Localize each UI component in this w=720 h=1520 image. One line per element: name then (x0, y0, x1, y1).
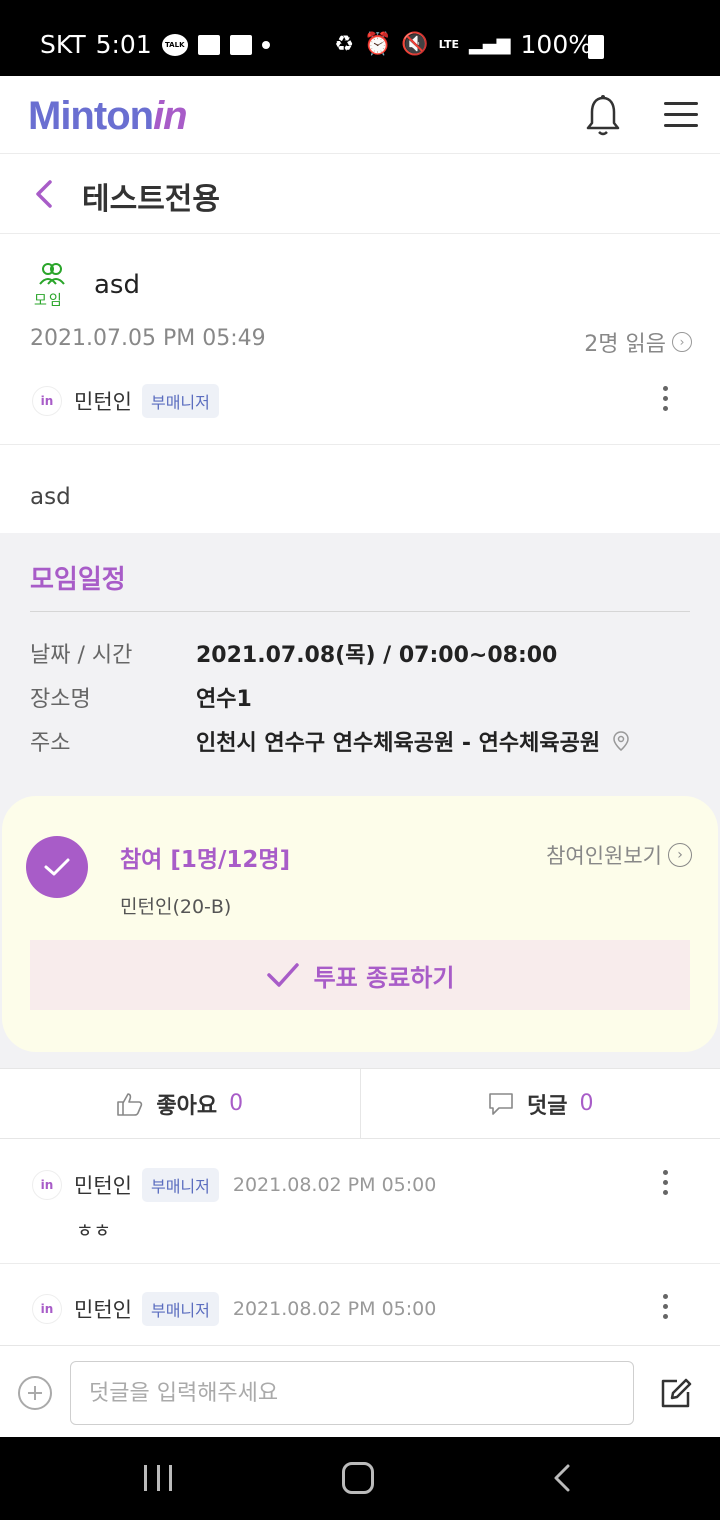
author-name: 민턴인 (74, 390, 132, 414)
schedule-title: 모임일정 (30, 565, 126, 595)
comment-more-options-icon[interactable] (661, 1294, 669, 1322)
end-vote-label: 투표 종료하기 (313, 963, 455, 992)
chevron-right-icon: › (668, 843, 692, 867)
comment-author: in 민턴인 부매니저 2021.08.02 PM 05:00 (32, 1168, 436, 1202)
end-vote-button[interactable]: 투표 종료하기 (30, 940, 690, 1010)
recent-apps-icon[interactable] (144, 1465, 172, 1491)
chevron-right-icon: › (672, 332, 692, 352)
comment-button[interactable]: 덧글 0 (359, 1069, 720, 1138)
battery-icon (588, 35, 604, 59)
post-body: asd (30, 484, 71, 510)
write-icon[interactable] (660, 1376, 694, 1410)
recycle-icon: ♻ (334, 32, 354, 57)
app-notification-icon (229, 34, 252, 55)
read-count-link[interactable]: 2명 읽음 › (584, 326, 692, 358)
network-type: LTE (438, 38, 459, 51)
schedule-row-address: 주소 인천시 연수구 연수체육공원 - 연수체육공원 (30, 725, 630, 757)
hamburger-menu-icon[interactable] (664, 102, 698, 130)
home-icon[interactable] (342, 1462, 374, 1494)
view-participants-link[interactable]: 참여인원보기 › (546, 840, 692, 870)
comment-item: in 민턴인 부매니저 2021.08.02 PM 05:00 ㅎㅎ (0, 1140, 720, 1264)
post-date: 2021.07.05 PM 05:49 (30, 326, 266, 351)
comment-date: 2021.08.02 PM 05:00 (232, 1298, 437, 1320)
signal-icon: ▂▄▆ (468, 34, 511, 55)
more-notifications-icon (261, 40, 270, 49)
author-name: 민턴인 (74, 1298, 132, 1322)
post-title: asd (94, 270, 140, 300)
meeting-type-label: 모임 (34, 293, 64, 309)
mute-icon: 🔇 (401, 32, 429, 57)
battery-percent: 100% (520, 30, 592, 59)
logo[interactable]: Mintonin (28, 94, 188, 139)
checkmark-icon (266, 963, 299, 987)
title-bar: 테스트전용 (0, 154, 720, 234)
avatar: in (32, 1294, 62, 1324)
schedule-section: 모임일정 날짜 / 시간 2021.07.08(목) / 07:00~08:00… (0, 533, 720, 1068)
nav-back-icon[interactable] (552, 1463, 572, 1493)
meeting-type-icon: 모임 (32, 260, 72, 309)
avatar: in (32, 1170, 62, 1200)
alarm-icon: ⏰ (363, 32, 392, 57)
comment-count: 0 (579, 1091, 594, 1116)
logo-accent: in (153, 94, 188, 138)
add-attachment-icon[interactable] (18, 1376, 52, 1410)
comment-date: 2021.08.02 PM 05:00 (232, 1174, 437, 1196)
image-notification-icon (197, 34, 220, 55)
schedule-address[interactable]: 인천시 연수구 연수체육공원 - 연수체육공원 (196, 725, 630, 757)
like-label: 좋아요 (156, 1093, 218, 1119)
thumbs-up-icon (117, 1092, 143, 1116)
vote-card: 참여 [1명/12명] 참여인원보기 › 민턴인(20-B) 투표 종료하기 (2, 796, 718, 1052)
like-count: 0 (229, 1091, 244, 1116)
role-badge: 부매니저 (141, 384, 219, 418)
back-icon[interactable] (30, 176, 60, 212)
view-participants-label: 참여인원보기 (546, 844, 662, 868)
status-bar: SKT 5:01 TALK ♻ ⏰ 🔇 LTE ▂▄▆ 100% (0, 0, 720, 76)
bell-icon[interactable] (584, 94, 622, 138)
divider (30, 611, 690, 612)
schedule-key: 주소 (30, 731, 71, 756)
map-pin-icon[interactable] (612, 730, 630, 752)
schedule-key: 날짜 / 시간 (30, 643, 133, 668)
vote-title: 참여 [1명/12명] (120, 847, 291, 873)
page-title: 테스트전용 (82, 182, 220, 217)
schedule-row-datetime: 날짜 / 시간 2021.07.08(목) / 07:00~08:00 (30, 637, 557, 669)
clock: 5:01 (95, 30, 152, 59)
comment-item: in 민턴인 부매니저 2021.08.02 PM 05:00 (0, 1264, 720, 1345)
carrier-label: SKT (40, 30, 86, 59)
action-bar: 좋아요 0 덧글 0 (0, 1068, 720, 1139)
kakaotalk-icon: TALK (161, 33, 188, 56)
comment-input-bar (0, 1345, 720, 1437)
post-more-options-icon[interactable] (661, 386, 669, 414)
schedule-value: 연수1 (196, 687, 252, 712)
app-header: Mintonin (0, 76, 720, 154)
like-button[interactable]: 좋아요 0 (0, 1069, 360, 1138)
author-name: 민턴인 (74, 1174, 132, 1198)
post-author: in 민턴인 부매니저 (32, 384, 219, 418)
role-badge: 부매니저 (141, 1292, 219, 1326)
comment-text: ㅎㅎ (76, 1220, 111, 1242)
comment-input[interactable] (70, 1361, 634, 1425)
comment-icon (489, 1092, 513, 1115)
comment-more-options-icon[interactable] (661, 1170, 669, 1198)
comment-author: in 민턴인 부매니저 2021.08.02 PM 05:00 (32, 1292, 436, 1326)
role-badge: 부매니저 (141, 1168, 219, 1202)
schedule-value: 2021.07.08(목) / 07:00~08:00 (196, 643, 558, 668)
comment-label: 덧글 (527, 1093, 568, 1119)
address-text: 인천시 연수구 연수체육공원 - 연수체육공원 (196, 731, 601, 756)
post-header: 모임 asd 2021.07.05 PM 05:49 2명 읽음 › in 민턴… (0, 234, 720, 445)
system-nav-bar (0, 1437, 720, 1520)
read-count: 2명 읽음 (584, 332, 666, 357)
check-icon[interactable] (26, 836, 88, 898)
schedule-key: 장소명 (30, 687, 91, 712)
schedule-row-place: 장소명 연수1 (30, 681, 252, 713)
avatar: in (32, 386, 62, 416)
participant-list: 민턴인(20-B) (120, 896, 232, 918)
